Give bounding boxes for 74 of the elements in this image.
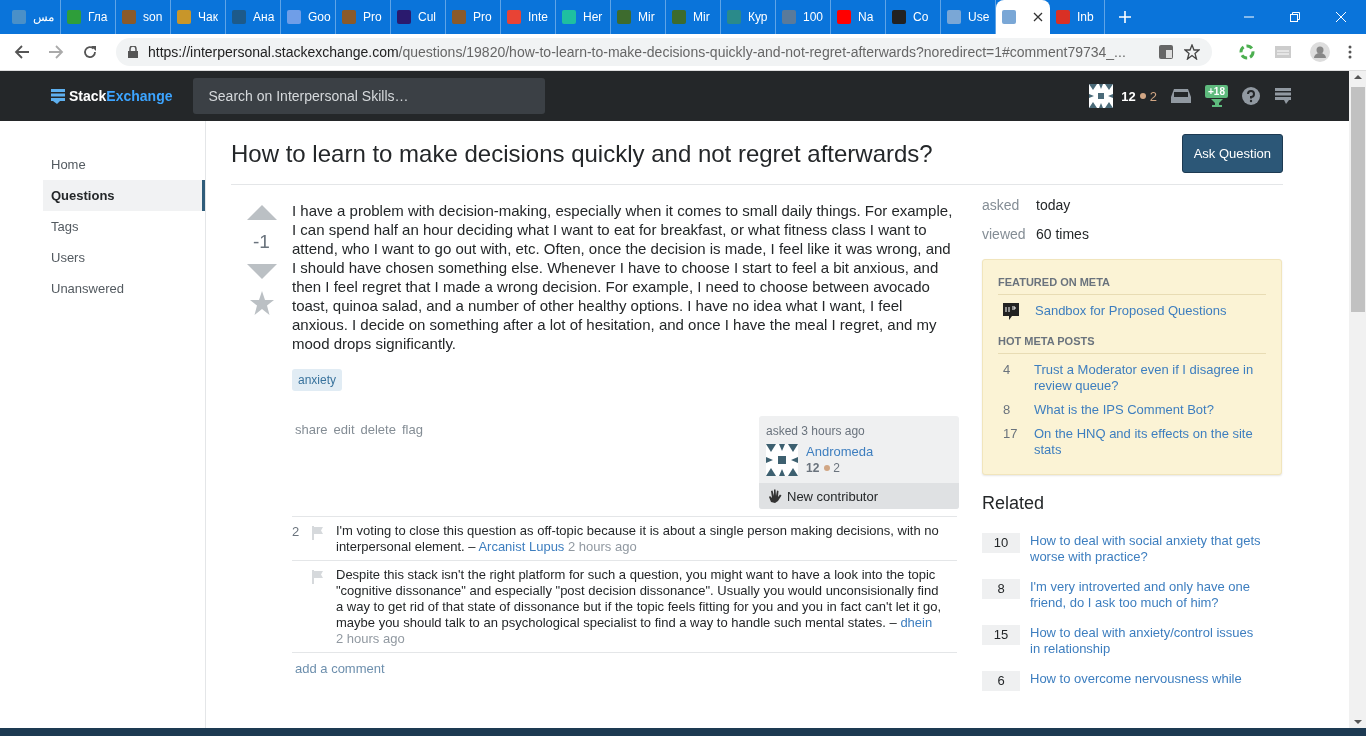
new-tab-icon[interactable] <box>1119 11 1131 23</box>
question-body: I have a problem with decision-making, especially when it comes to small daily things. For example, I can spend half an hour deciding what I want to eat for breakfast, or what fitness class I want to attend, who I want to go out with, etc. Often, once the decision is made, I feel like it was wrong, and I should have chosen something else. Whenever I have to choose I start to feel a bit anxious, and then I feel regret that I made a wrong decision. For example, I need to choose between avocado toast, quinoa salad, and a number of other healthy options. I have no idea what I want, I feel anxious. I decide on something after a lot of hesitation, and once I have the meal I regret, and my mood drops significantly. <box>292 201 954 353</box>
waving-hand-icon <box>767 488 783 504</box>
profile-icon[interactable] <box>1310 42 1330 62</box>
site-switcher-icon[interactable] <box>1274 87 1292 105</box>
meta-post-link[interactable]: Sandbox for Proposed Questions <box>1035 303 1266 321</box>
post-action-link[interactable]: edit <box>333 422 355 509</box>
scroll-up-icon[interactable] <box>1353 75 1362 79</box>
related-question-link[interactable]: How to deal with anxiety/control issues in relationship <box>1030 625 1265 657</box>
reload-icon[interactable] <box>82 44 98 60</box>
stat-label: viewed <box>982 226 1027 242</box>
score-badge: 15 <box>982 625 1020 645</box>
comment-score: 2 <box>292 524 300 539</box>
score-badge: 10 <box>982 533 1020 553</box>
score-badge: 6 <box>982 671 1020 691</box>
section-heading: FEATURED ON META <box>998 270 1266 295</box>
comment-author-link[interactable]: Arcanist Lupus <box>478 539 565 554</box>
restore-icon[interactable] <box>1290 12 1300 22</box>
speech-bubble-icon <box>1003 303 1019 321</box>
vote-count: -1 <box>253 231 270 253</box>
stat-value: 60 times <box>1036 226 1089 242</box>
asked-time: asked 3 hours ago <box>766 424 865 438</box>
close-icon[interactable] <box>1033 12 1043 22</box>
sidebar-item[interactable]: Tags <box>43 211 205 242</box>
post-count: 4 <box>1003 362 1012 379</box>
sidebar-item[interactable]: Questions <box>43 180 205 211</box>
meta-post-link[interactable]: What is the IPS Comment Bot? <box>1034 402 1266 418</box>
related-heading: Related <box>982 493 1046 514</box>
score-badge: 8 <box>982 579 1020 599</box>
scroll-down-icon[interactable] <box>1353 720 1362 724</box>
meta-post-link[interactable]: Trust a Moderator even if I disagree in review queue? <box>1034 362 1266 394</box>
ask-question-button[interactable]: Ask Question <box>1181 134 1283 173</box>
avatar-icon[interactable] <box>1089 84 1114 108</box>
translate-icon[interactable] <box>1158 44 1174 60</box>
post-count: 17 <box>1003 426 1018 443</box>
post-action-link[interactable]: flag <box>401 422 423 509</box>
scrollbar-thumb[interactable] <box>1350 87 1365 312</box>
bronze-badge-count: 2 <box>1139 88 1158 104</box>
inbox-icon[interactable] <box>1171 88 1192 104</box>
new-contributor-label: New contributor <box>787 488 879 504</box>
section-heading: HOT META POSTS <box>998 329 1266 354</box>
address-field[interactable]: https://interpersonal.stackexchange.com/questions/19820/how-to-learn-to-make-decisions-quickly-and-not-regret-afterwards?noredirect=1#comment79734_... <box>116 38 1212 66</box>
user-avatar-icon[interactable] <box>766 444 798 476</box>
add-comment-link[interactable]: add a comment <box>295 661 385 676</box>
lock-icon <box>128 46 138 58</box>
post-count: 8 <box>1003 402 1012 418</box>
related-question-link[interactable]: How to overcome nervousness while <box>1030 671 1265 691</box>
related-question-link[interactable]: I'm very introverted and only have one friend, do I ask too much of him? <box>1030 579 1265 611</box>
help-icon[interactable] <box>1242 87 1260 105</box>
tag[interactable]: anxiety <box>292 369 343 391</box>
reputation-count: 12 <box>1121 88 1136 104</box>
stat-value: today <box>1036 197 1071 213</box>
user-name-link[interactable]: Andromeda <box>806 444 874 459</box>
site-logo[interactable]: StackExchange <box>51 88 173 104</box>
user-bronze-count: 2 <box>824 461 841 475</box>
post-action-link[interactable]: delete <box>360 422 396 509</box>
back-icon[interactable] <box>14 44 30 60</box>
sidebar-item[interactable]: Users <box>43 242 205 273</box>
star-icon[interactable] <box>1184 44 1200 60</box>
comment-text: I'm voting to close this question as off-topic because it is about a single person making decisions, with no interpersonal element. – Arcanist Lupus 2 hours ago <box>336 523 940 555</box>
extension-icon[interactable] <box>1238 43 1256 61</box>
sidebar-item[interactable]: Unanswered <box>43 273 205 304</box>
search-field[interactable]: Search on Interpersonal Skills… <box>192 78 545 114</box>
post-action-link[interactable]: share <box>295 422 328 509</box>
comment-author-link[interactable]: dhein <box>900 615 933 630</box>
question-title[interactable]: How to learn to make decisions quickly and not regret afterwards? <box>231 140 933 168</box>
user-reputation: 12 <box>806 461 820 475</box>
stat-label: asked <box>982 197 1021 213</box>
sidebar-item[interactable]: Home <box>43 149 205 180</box>
star-icon[interactable] <box>249 291 274 315</box>
comment-text: Despite this stack isn't the right platform for such a question, you might want to have a look into the topic "cognitive dissonance" and especially "post decision dissonance". Usually you would unconsisionally find a way to get rid of that state of dissonance but if the topic feels fitting for you and you in fact can't let it go, maybe you should talk to an psychological specialist to find a way to handle such mental states. – dhein 2 hours ago <box>336 567 943 647</box>
menu-icon[interactable] <box>1348 44 1352 60</box>
related-question-link[interactable]: How to deal with social anxiety that gets worse with practice? <box>1030 533 1265 565</box>
meta-post-link[interactable]: On the HNQ and its effects on the site stats <box>1034 426 1266 458</box>
